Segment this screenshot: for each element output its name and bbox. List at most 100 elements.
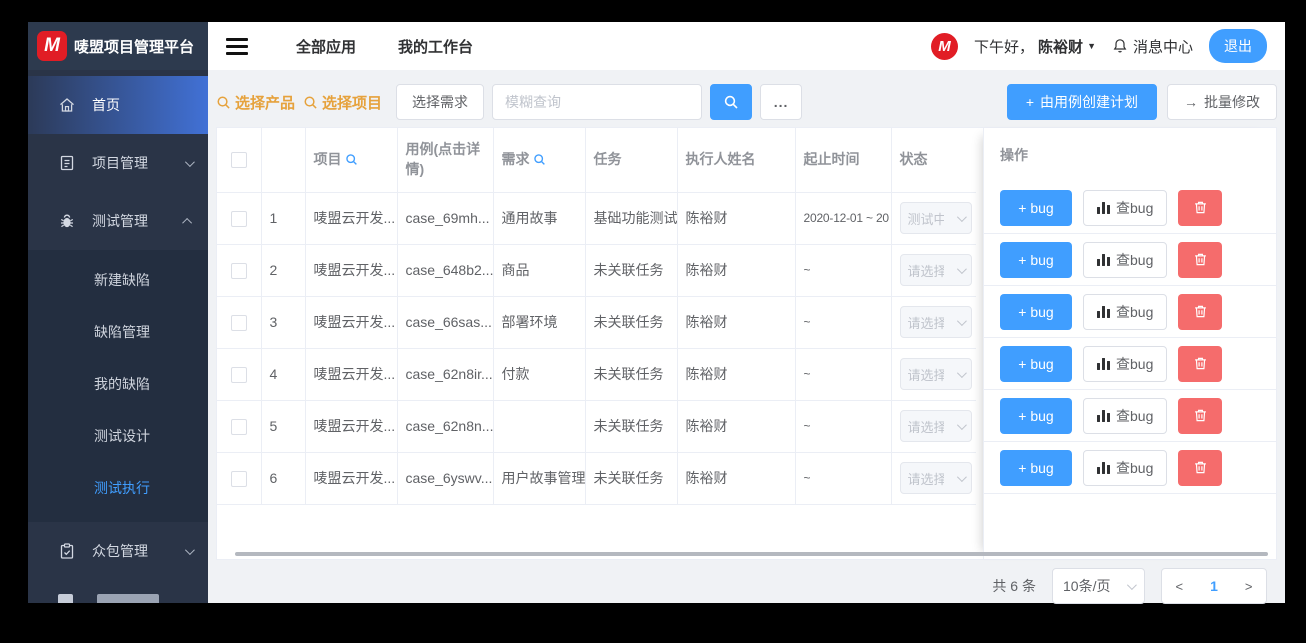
status-select[interactable]: 请选择 <box>899 306 972 338</box>
chevron-down-icon <box>956 263 967 274</box>
sidebar-item-partial[interactable] <box>58 594 159 603</box>
sidebar-item-home[interactable]: 首页 <box>28 76 208 134</box>
view-bug-button[interactable]: 查bug <box>1083 189 1168 226</box>
cell-task: 未关联任务 <box>585 348 678 401</box>
operation-row: + bug 查bug <box>984 390 1276 442</box>
select-requirement-button[interactable]: 选择需求 <box>396 84 485 120</box>
create-plan-from-case-button[interactable]: + 由用例创建计划 <box>1006 84 1157 120</box>
bar-chart-icon <box>1097 461 1110 474</box>
submenu-label: 我的缺陷 <box>94 376 150 392</box>
cell-project: 唛盟云开发... <box>305 348 398 401</box>
sidebar-item-testing[interactable]: 测试管理 <box>28 192 208 250</box>
add-bug-button[interactable]: + bug <box>1000 449 1072 486</box>
cell-case[interactable]: case_6yswv... <box>397 452 494 505</box>
view-bug-button[interactable]: 查bug <box>1083 397 1168 434</box>
cell-case[interactable]: case_62n8n... <box>397 400 494 453</box>
cell-index: 3 <box>261 296 306 349</box>
sidebar-item-crowdsourcing[interactable]: 众包管理 <box>28 522 208 580</box>
batch-edit-button[interactable]: → 批量修改 <box>1167 84 1277 120</box>
chevron-down-icon <box>956 471 967 482</box>
add-bug-button[interactable]: + bug <box>1000 293 1072 330</box>
col-operation: 操作 <box>1000 147 1028 163</box>
sidebar-item-projects[interactable]: 项目管理 <box>28 134 208 192</box>
search-button[interactable] <box>710 84 753 120</box>
menu-label-fragment <box>97 594 159 603</box>
row-checkbox[interactable] <box>230 314 247 331</box>
avatar[interactable]: M <box>931 32 959 60</box>
status-select[interactable]: 请选择 <box>899 462 972 494</box>
view-bug-button[interactable]: 查bug <box>1083 449 1168 486</box>
view-bug-button[interactable]: 查bug <box>1083 293 1168 330</box>
add-bug-button[interactable]: + bug <box>1000 189 1072 226</box>
submenu-label: 测试设计 <box>94 428 150 444</box>
search-icon <box>217 96 230 109</box>
search-icon[interactable] <box>533 153 546 166</box>
view-bug-button[interactable]: 查bug <box>1083 241 1168 278</box>
submenu-item-test-execution[interactable]: 测试执行 <box>28 462 208 514</box>
delete-button[interactable] <box>1178 345 1223 382</box>
chevron-down-icon <box>184 156 195 167</box>
search-icon[interactable] <box>345 153 358 166</box>
tab-my-workbench[interactable]: 我的工作台 <box>398 36 473 57</box>
view-bug-button[interactable]: 查bug <box>1083 345 1168 382</box>
cell-case[interactable]: case_648b2... <box>397 244 494 297</box>
clipboard-icon <box>60 543 74 559</box>
table-row: 4 唛盟云开发... case_62n8ir... 付款 未关联任务 陈裕财 ~… <box>217 348 976 401</box>
cell-case[interactable]: case_66sas... <box>397 296 494 349</box>
status-select[interactable]: 请选择 <box>899 254 972 286</box>
operation-row: + bug 查bug <box>984 338 1276 390</box>
row-checkbox[interactable] <box>230 366 247 383</box>
cell-index: 5 <box>261 400 306 453</box>
cell-executor: 陈裕财 <box>677 348 796 401</box>
submenu-label: 测试执行 <box>94 480 150 496</box>
submenu-item-new-defect[interactable]: 新建缺陷 <box>28 254 208 306</box>
cell-executor: 陈裕财 <box>677 452 796 505</box>
tab-all-apps[interactable]: 全部应用 <box>296 36 356 57</box>
prev-page-button[interactable]: < <box>1176 579 1184 594</box>
add-bug-button[interactable]: + bug <box>1000 345 1072 382</box>
status-select[interactable]: 测试中 <box>899 202 972 234</box>
trash-icon <box>1195 409 1206 422</box>
test-plan-table: 项目 用例(点击详情) 需求 任务 执行人姓名 起止时间 状态 1 唛盟云开发.… <box>217 128 976 505</box>
select-project-link[interactable]: 选择项目 <box>303 92 382 113</box>
status-select[interactable]: 请选择 <box>899 410 972 442</box>
submenu-item-my-defects[interactable]: 我的缺陷 <box>28 358 208 410</box>
more-filters-button[interactable]: ... <box>760 84 803 120</box>
horizontal-scrollbar[interactable] <box>235 552 1268 556</box>
status-value: 请选择 <box>907 367 944 383</box>
cell-case[interactable]: case_69mh... <box>397 192 494 245</box>
col-project: 项目 <box>305 128 398 193</box>
row-checkbox[interactable] <box>230 262 247 279</box>
page-size-select[interactable]: 10条/页 <box>1052 568 1145 604</box>
current-page[interactable]: 1 <box>1210 578 1218 594</box>
add-bug-button[interactable]: + bug <box>1000 241 1072 278</box>
row-checkbox[interactable] <box>230 210 247 227</box>
select-product-link[interactable]: 选择产品 <box>216 92 295 113</box>
user-greeting[interactable]: 下午好， 陈裕财 ▼ <box>974 36 1096 57</box>
delete-button[interactable] <box>1178 189 1223 226</box>
row-checkbox[interactable] <box>230 418 247 435</box>
delete-button[interactable] <box>1178 397 1223 434</box>
message-center[interactable]: 消息中心 <box>1112 36 1193 57</box>
status-value: 请选择 <box>907 315 944 331</box>
sidebar-item-label: 众包管理 <box>92 543 148 559</box>
status-value: 测试中 <box>907 211 944 227</box>
row-checkbox[interactable] <box>230 470 247 487</box>
col-requirement-label: 需求 <box>501 150 530 167</box>
hamburger-menu-icon[interactable] <box>226 37 248 55</box>
cell-case[interactable]: case_62n8ir... <box>397 348 494 401</box>
logout-button[interactable]: 退出 <box>1209 29 1267 63</box>
select-all-checkbox[interactable] <box>230 152 247 169</box>
bar-chart-icon <box>1097 357 1110 370</box>
delete-button[interactable] <box>1178 449 1223 486</box>
next-page-button[interactable]: > <box>1245 579 1253 594</box>
delete-button[interactable] <box>1178 293 1223 330</box>
submenu-item-defect-management[interactable]: 缺陷管理 <box>28 306 208 358</box>
caret-down-icon: ▼ <box>1087 41 1096 51</box>
delete-button[interactable] <box>1178 241 1223 278</box>
submenu-item-test-design[interactable]: 测试设计 <box>28 410 208 462</box>
fuzzy-search-input[interactable] <box>492 84 703 120</box>
add-bug-button[interactable]: + bug <box>1000 397 1072 434</box>
status-select[interactable]: 请选择 <box>899 358 972 390</box>
sidebar-item-label: 测试管理 <box>92 213 148 229</box>
